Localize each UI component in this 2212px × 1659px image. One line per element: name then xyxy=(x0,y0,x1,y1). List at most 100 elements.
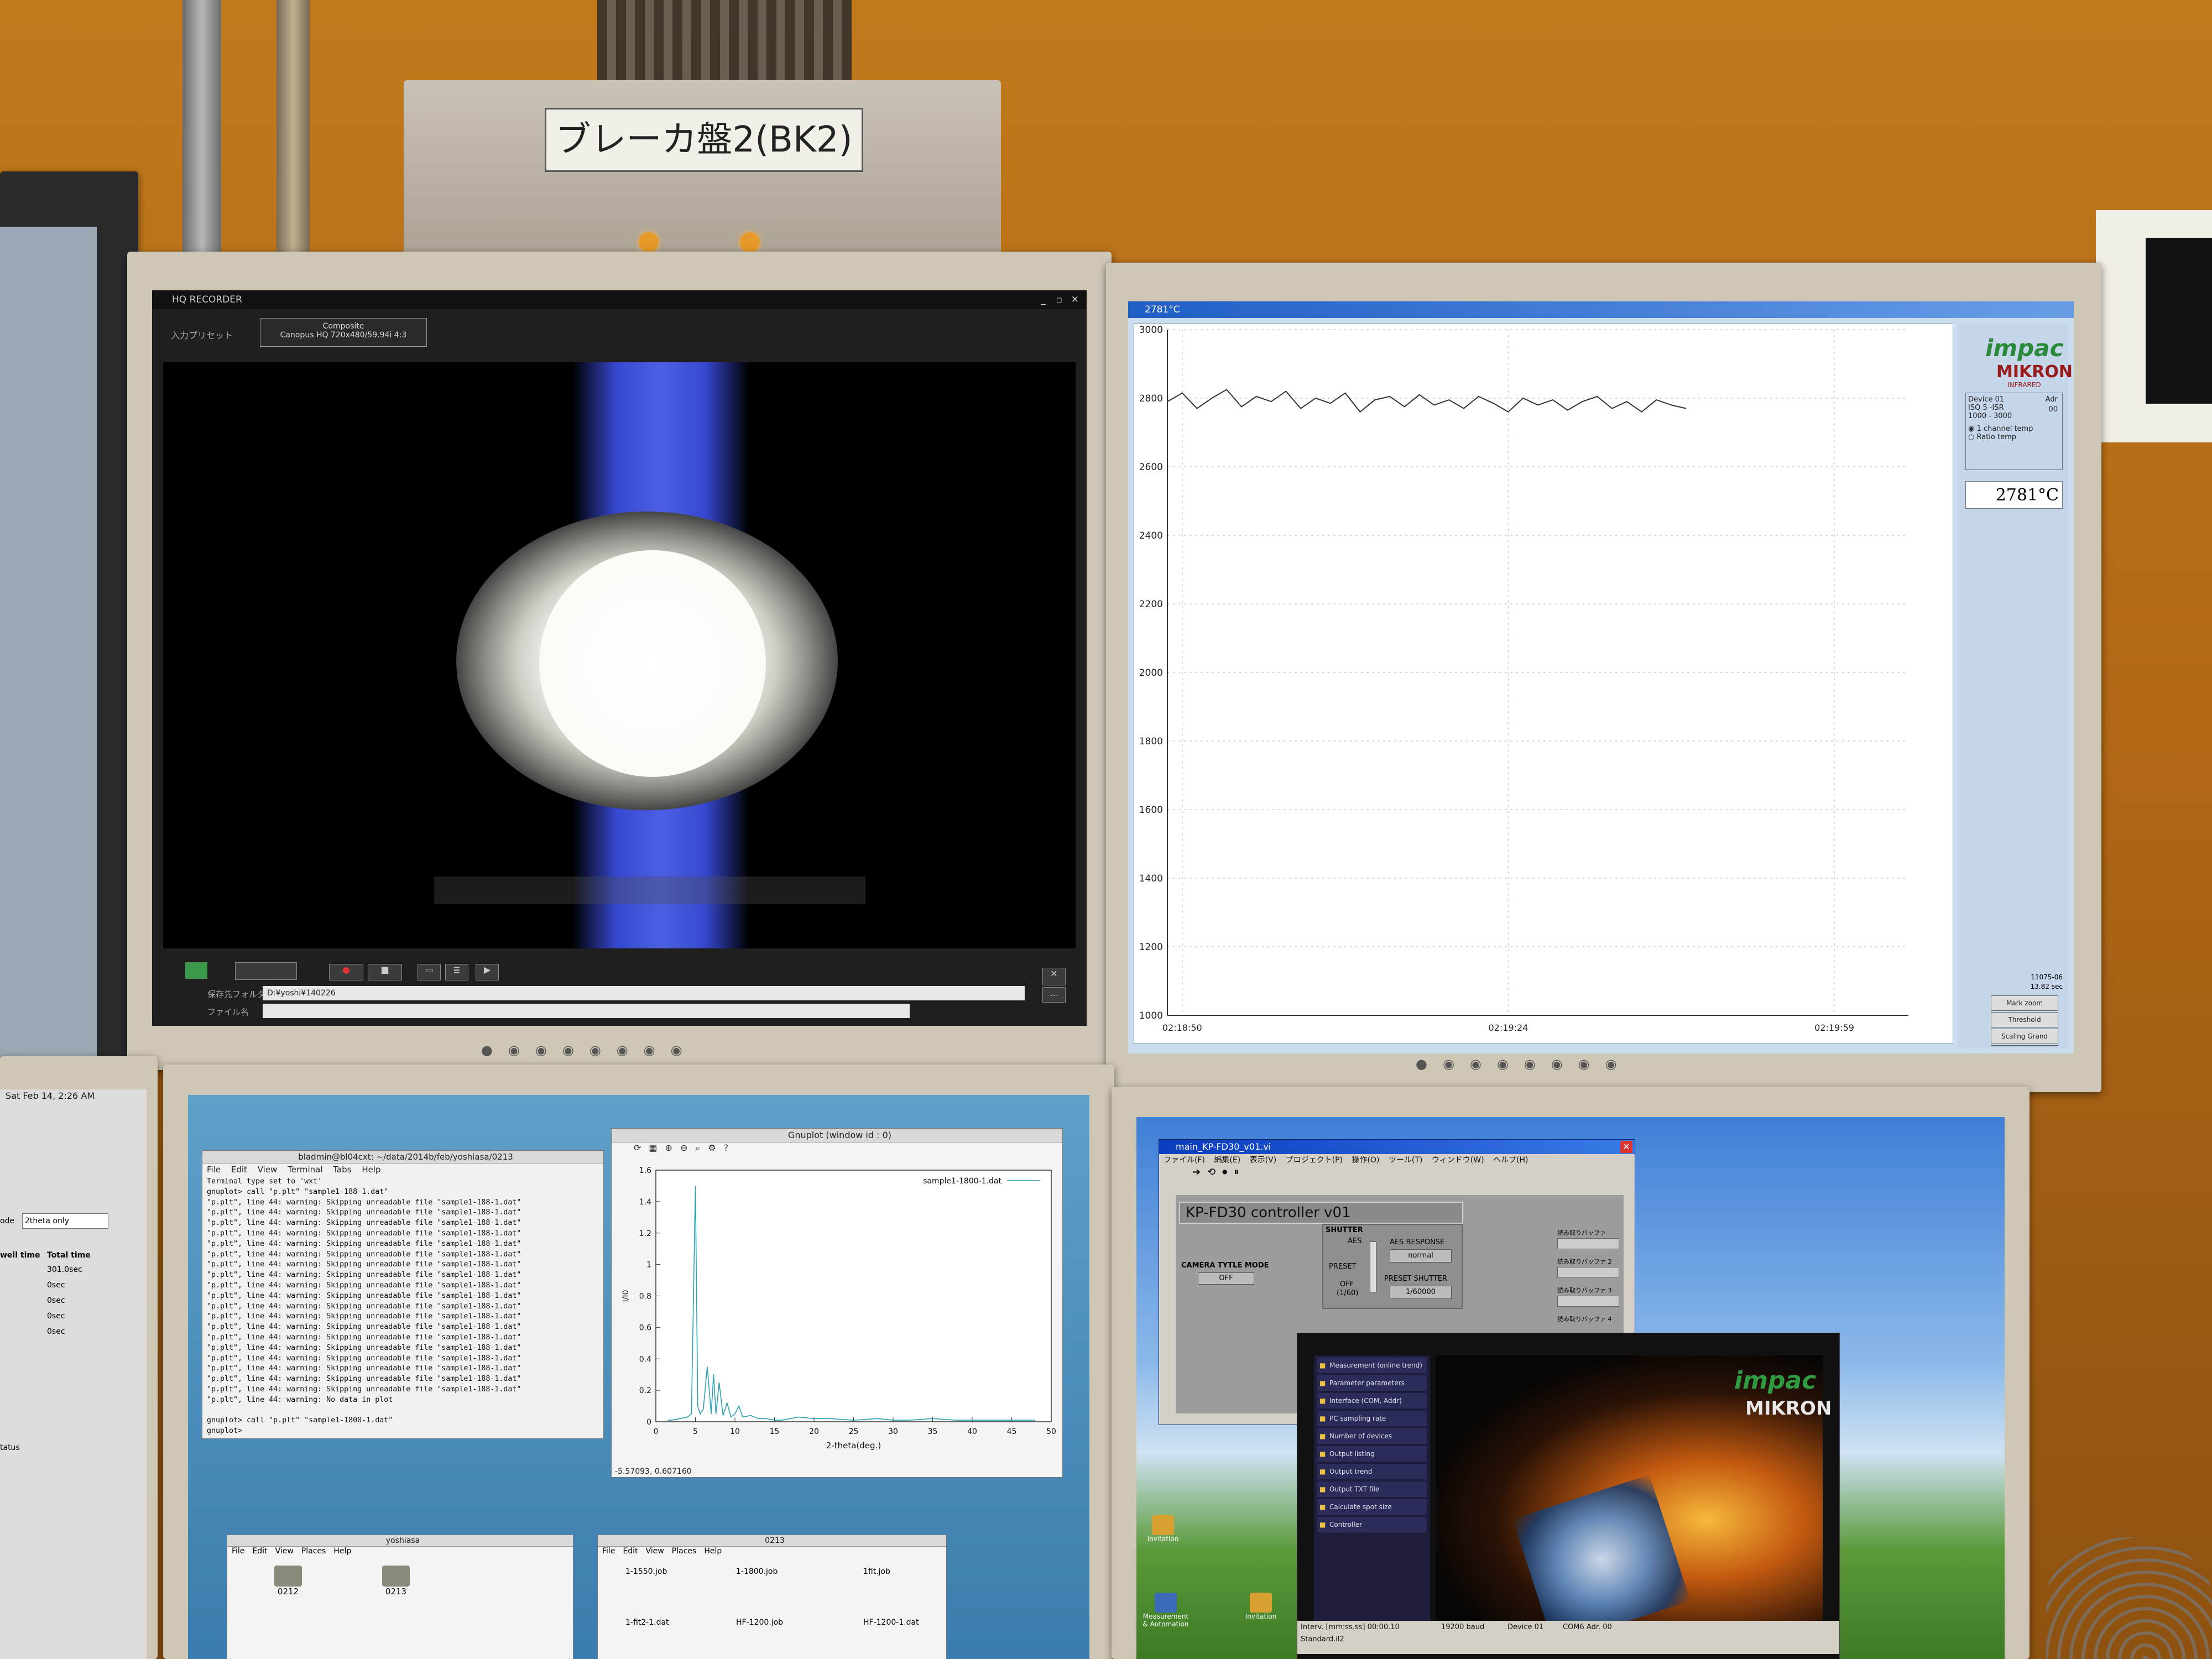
lv-menu-window[interactable]: ウィンドウ(W) xyxy=(1432,1156,1484,1165)
play-button[interactable]: ▶ xyxy=(476,964,499,980)
y-tick-label: 1000 xyxy=(1139,1010,1163,1021)
edge-status-label: tatus xyxy=(0,1443,20,1452)
aes-response-select[interactable]: normal xyxy=(1390,1249,1452,1262)
status-interval: Interv. [mm:ss.ss] 00:00.10 xyxy=(1301,1623,1400,1631)
folder2-menu-edit[interactable]: Edit xyxy=(623,1547,638,1556)
desktop-icon-max[interactable]: Measurement & Automation xyxy=(1141,1593,1191,1628)
threshold-button[interactable]: Threshold xyxy=(1991,1012,2058,1027)
terminal-output[interactable]: Terminal type set to 'wxt' gnuplot> call … xyxy=(202,1176,603,1438)
side-field-1[interactable] xyxy=(1557,1238,1619,1249)
camera-mode-select[interactable]: OFF xyxy=(1198,1272,1254,1285)
desktop-icon-invitation[interactable]: Invitation xyxy=(1141,1515,1185,1543)
file-1-fit2-1[interactable]: 1-fit2-1.dat xyxy=(625,1618,669,1627)
lv-menu-edit[interactable]: 編集(E) xyxy=(1214,1156,1240,1165)
record-button[interactable]: ● xyxy=(329,964,363,980)
abort-icon[interactable]: ⏺ xyxy=(1222,1166,1234,1178)
folder-button[interactable]: ▭ xyxy=(418,964,441,980)
terminal-titlebar: bladmin@bl04cxt: ~/data/2014b/feb/yoshia… xyxy=(202,1151,603,1164)
terminal-menu-terminal[interactable]: Terminal xyxy=(288,1165,322,1175)
mikron-menu-item[interactable]: Number of devices ■ xyxy=(1317,1428,1427,1444)
mikron-menu-item[interactable]: Measurement (online trend) ■ xyxy=(1317,1358,1427,1373)
folder1-menu-help[interactable]: Help xyxy=(333,1547,351,1556)
side-field-2[interactable] xyxy=(1557,1267,1619,1278)
recorder-close-button[interactable]: ✕ xyxy=(1042,968,1066,985)
file-1fit[interactable]: 1fit.job xyxy=(863,1567,890,1576)
settings-icon[interactable]: ⚙ xyxy=(708,1142,723,1153)
mikron-menu-item[interactable]: Output trend ■ xyxy=(1317,1464,1427,1479)
stop-button[interactable]: ■ xyxy=(368,964,402,980)
folder2-title: 0213 xyxy=(765,1536,785,1545)
folder1-menu-view[interactable]: View xyxy=(275,1547,294,1556)
folder2-menu-file[interactable]: File xyxy=(602,1547,615,1556)
folder1-menu-places[interactable]: Places xyxy=(301,1547,326,1556)
list-button[interactable]: ≣ xyxy=(445,964,468,980)
terminal-menu-view[interactable]: View xyxy=(258,1165,278,1175)
legend-label: sample1-1800-1.dat xyxy=(923,1177,1001,1186)
mikron-menu-item[interactable]: PC sampling rate ■ xyxy=(1317,1411,1427,1426)
window-close-icon[interactable]: ✕ xyxy=(1071,290,1079,309)
mikron-menu-item[interactable]: Controller ■ xyxy=(1317,1517,1427,1532)
browse-button[interactable]: … xyxy=(1042,987,1066,1003)
file-1-1800[interactable]: 1-1800.job xyxy=(736,1567,778,1576)
mikron-menu-item[interactable]: Calculate spot size ■ xyxy=(1317,1499,1427,1515)
mikron-menu-item[interactable]: Parameter parameters ■ xyxy=(1317,1375,1427,1391)
help-icon[interactable]: ? xyxy=(724,1142,737,1153)
terminal-menu-tabs[interactable]: Tabs xyxy=(333,1165,351,1175)
scaling-button[interactable]: Scaling Grand xyxy=(1991,1029,2058,1044)
file-1-1550[interactable]: 1-1550.job xyxy=(625,1567,667,1576)
folder-0213[interactable]: 0213 xyxy=(374,1566,418,1597)
terminal-line: "p.plt", line 44: warning: Skipping unre… xyxy=(207,1333,521,1342)
radio-one-channel[interactable]: ◉ 1 channel temp xyxy=(1968,425,2060,433)
close-button[interactable]: Close xyxy=(1991,1045,2058,1046)
run-continuous-icon[interactable]: ⟲ xyxy=(1207,1166,1222,1178)
terminal-line: "p.plt", line 44: warning: Skipping unre… xyxy=(207,1208,521,1217)
mikron-menu-item[interactable]: Output listing ■ xyxy=(1317,1446,1427,1462)
lv-menu-tools[interactable]: ツール(T) xyxy=(1389,1156,1422,1165)
side-field-3[interactable] xyxy=(1557,1296,1619,1307)
run-arrow-icon[interactable]: ➔ xyxy=(1192,1166,1207,1178)
file-hf-1200-dat[interactable]: HF-1200-1.dat xyxy=(863,1618,919,1627)
shutter-switch[interactable] xyxy=(1370,1241,1376,1292)
zoom-out-icon[interactable]: ⊖ xyxy=(680,1142,695,1153)
lv-menu-view[interactable]: 表示(V) xyxy=(1250,1156,1277,1165)
folder1-menu-file[interactable]: File xyxy=(232,1547,244,1556)
terminal-menu-file[interactable]: File xyxy=(207,1165,221,1175)
brand-impac: impac xyxy=(1985,335,2064,362)
edge-mode-select[interactable]: 2theta only xyxy=(22,1213,108,1229)
magnify-icon[interactable]: ⌕ xyxy=(695,1142,708,1153)
mikron-menu-item[interactable]: Output TXT file ■ xyxy=(1317,1481,1427,1497)
preset-shutter-select[interactable]: 1/60000 xyxy=(1390,1286,1452,1299)
window-maximize-icon[interactable]: ▫ xyxy=(1056,290,1062,309)
terminal-menu-edit[interactable]: Edit xyxy=(231,1165,247,1175)
lv-menu-operate[interactable]: 操作(O) xyxy=(1352,1156,1379,1165)
folder-0212[interactable]: 0212 xyxy=(266,1566,310,1597)
lv-menu-project[interactable]: プロジェクト(P) xyxy=(1286,1156,1343,1165)
desktop-icon-invitation-2[interactable]: Invitation xyxy=(1239,1593,1283,1620)
folder2-menu-help[interactable]: Help xyxy=(704,1547,722,1556)
grid-icon[interactable]: ▦ xyxy=(649,1142,665,1153)
y-tick-label: 0.8 xyxy=(639,1292,651,1301)
replot-icon[interactable]: ⟳ xyxy=(634,1142,649,1153)
file-hf-1200-job[interactable]: HF-1200.job xyxy=(736,1618,783,1627)
lv-menu-help[interactable]: ヘルプ(H) xyxy=(1493,1156,1528,1165)
app-icon xyxy=(1250,1593,1272,1613)
mikron-menu-item[interactable]: Interface (COM, Addr) ■ xyxy=(1317,1393,1427,1408)
input-preset-select[interactable]: Composite Canopus HQ 720x480/59.94i 4:3 xyxy=(260,318,427,347)
folder2-menu-places[interactable]: Places xyxy=(672,1547,697,1556)
x-tick-label: 20 xyxy=(809,1427,819,1436)
save-folder-input[interactable]: D:¥yoshi¥140226 xyxy=(263,986,1025,1000)
terminal-menu-help[interactable]: Help xyxy=(362,1165,380,1175)
left-edge-screen xyxy=(0,227,97,1167)
zoom-in-icon[interactable]: ⊕ xyxy=(665,1142,680,1153)
window-minimize-icon[interactable]: _ xyxy=(1041,290,1046,309)
mark-zoom-button[interactable]: Mark zoom xyxy=(1991,995,2058,1011)
radio-ratio[interactable]: ○ Ratio temp xyxy=(1968,433,2060,441)
folder2-menu-view[interactable]: View xyxy=(646,1547,664,1556)
file-name-input[interactable] xyxy=(263,1004,910,1018)
pause-icon[interactable]: ⏸ xyxy=(1234,1166,1245,1178)
lv-menu-file[interactable]: ファイル(F) xyxy=(1164,1156,1205,1165)
device-line3: 1000 - 3000 xyxy=(1968,412,2012,420)
folder1-menu-edit[interactable]: Edit xyxy=(252,1547,267,1556)
window-close-icon[interactable]: ✕ xyxy=(1620,1141,1632,1153)
side-item-1: 読み取りバッファ xyxy=(1557,1229,1606,1237)
